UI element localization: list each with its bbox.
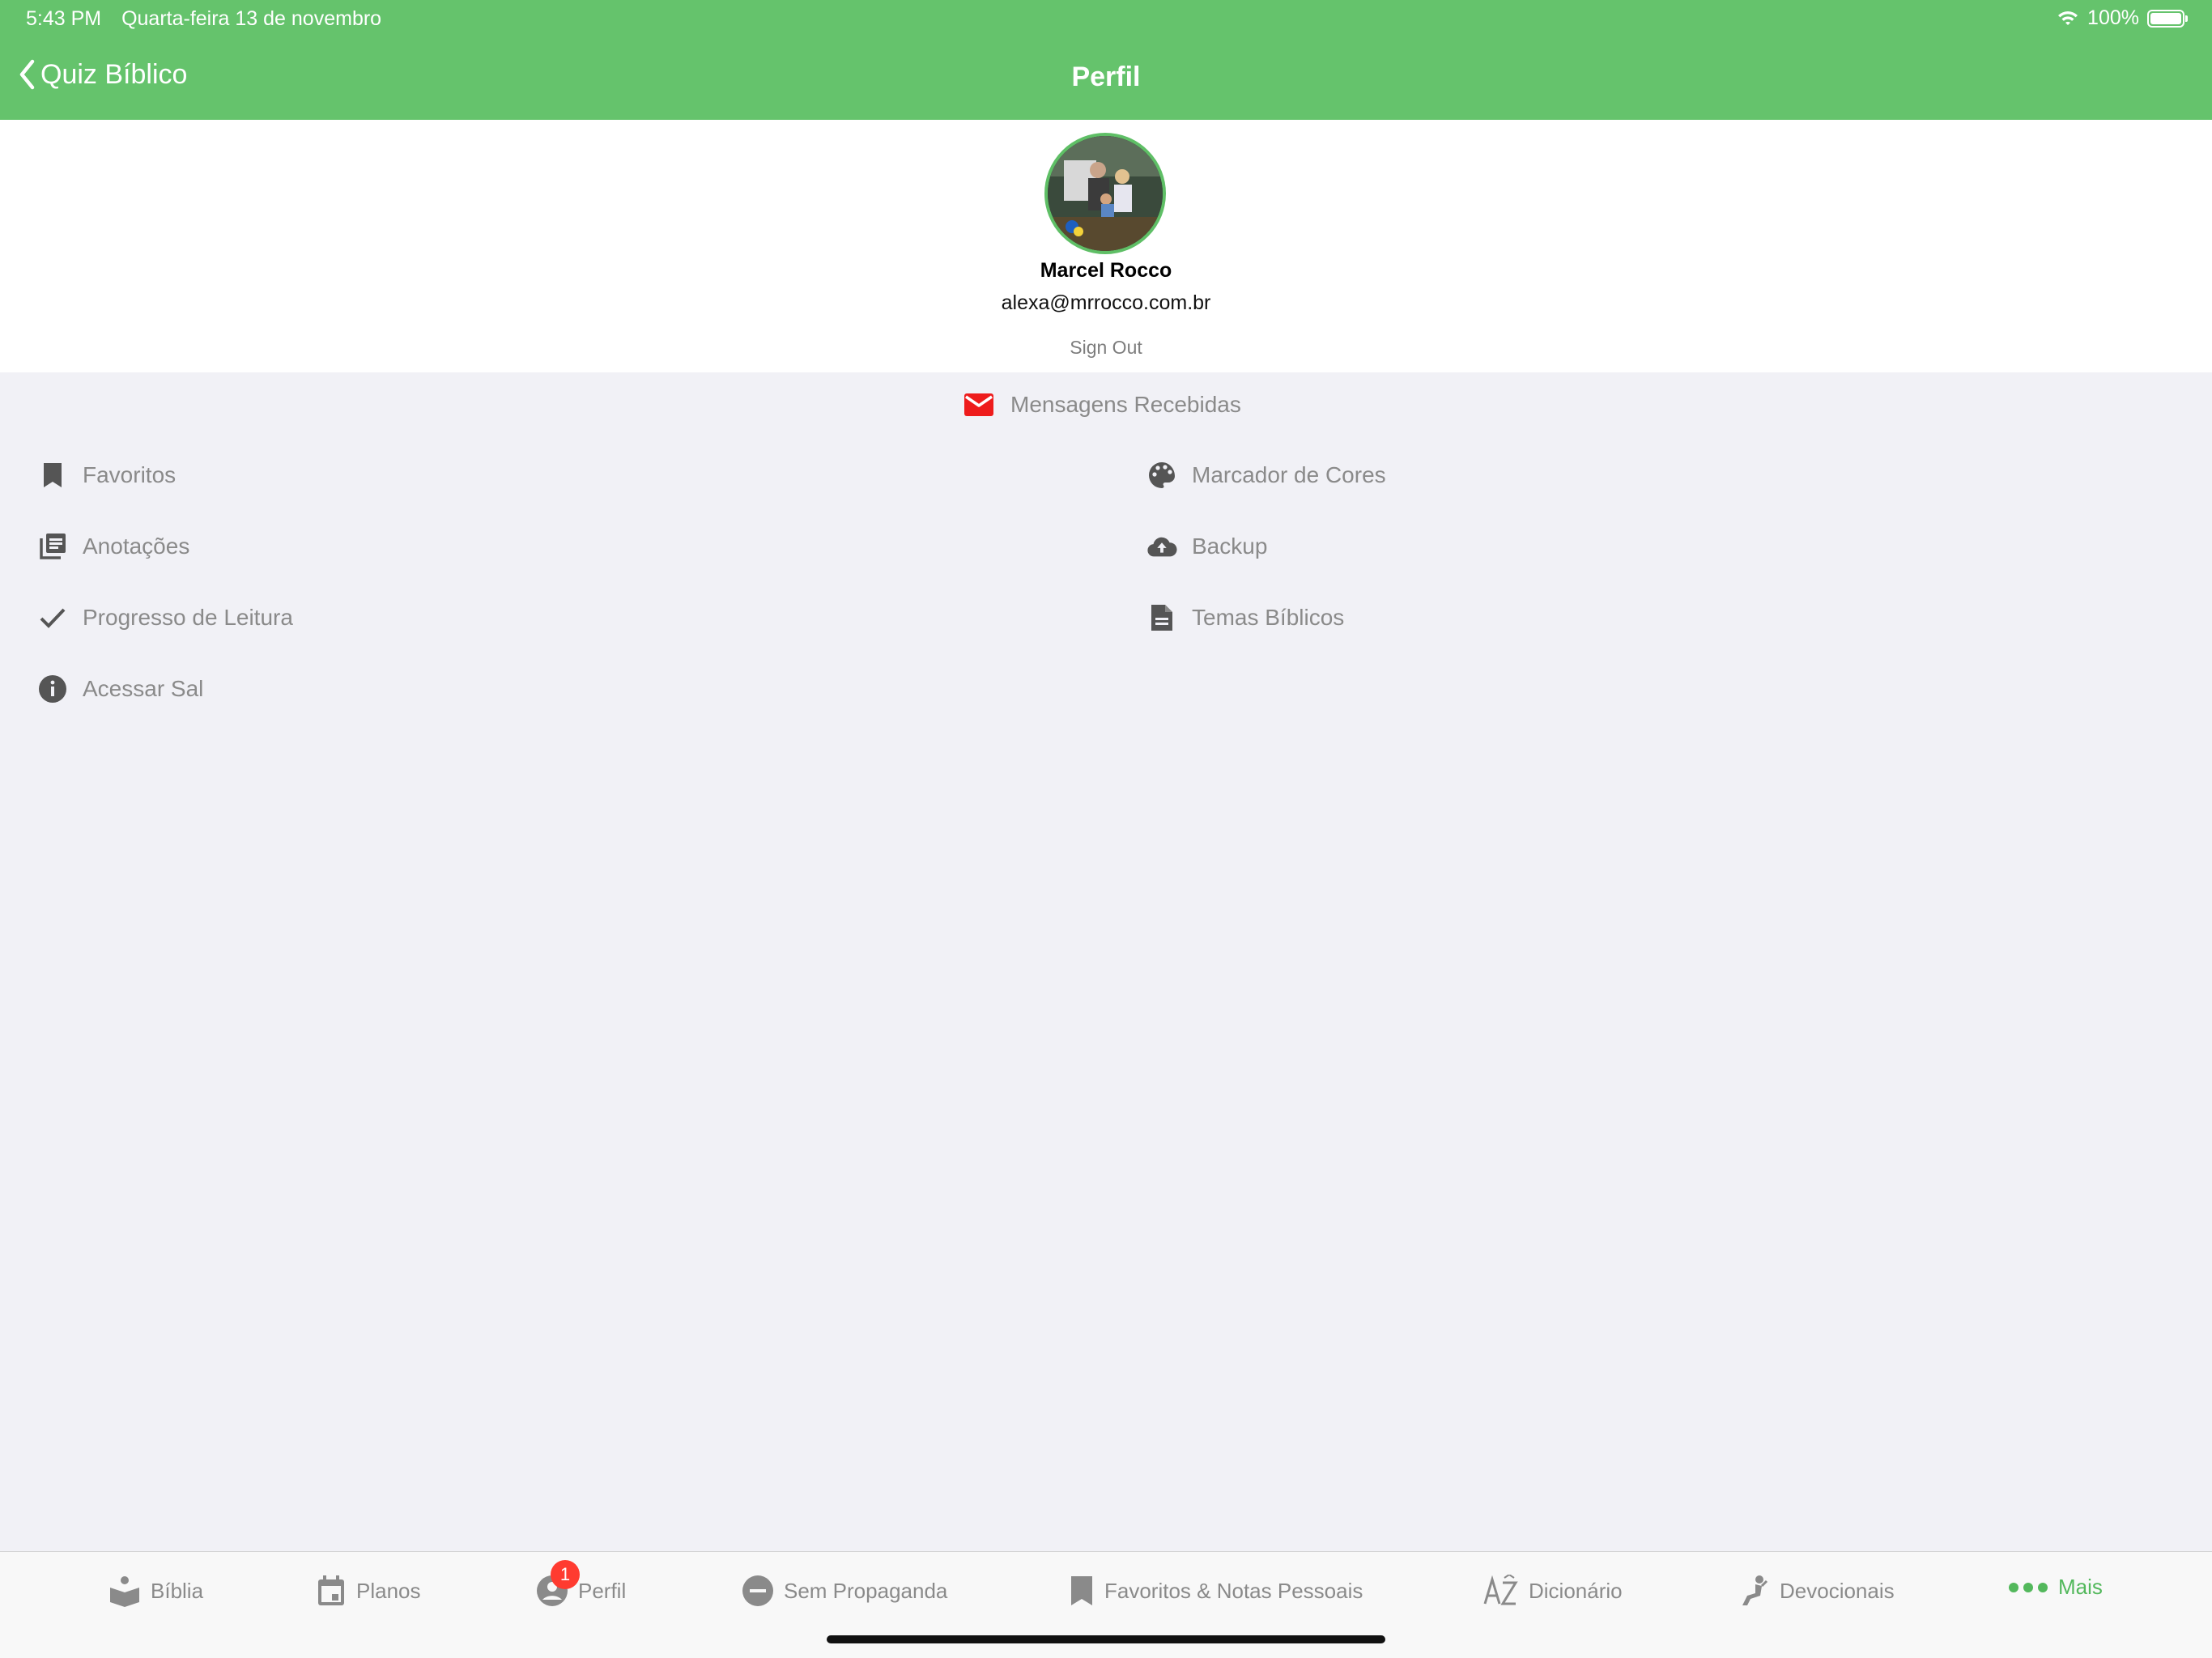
tab-favoritos-notas[interactable]: Favoritos & Notas Pessoais — [1069, 1575, 1363, 1607]
az-icon — [1483, 1575, 1518, 1605]
menu-item-favoritos[interactable]: Favoritos — [37, 460, 176, 491]
top-bar: 5:43 PM Quarta-feira 13 de novembro 100%… — [0, 0, 2212, 120]
messages-button[interactable]: Mensagens Recebidas — [963, 392, 1241, 418]
tab-perfil[interactable]: 1 Perfil — [536, 1560, 627, 1607]
page-title: Perfil — [1071, 62, 1141, 92]
status-bar-left: 5:43 PM Quarta-feira 13 de novembro — [26, 7, 396, 31]
tab-label: Dicionário — [1529, 1578, 1623, 1603]
profile-icon-wrap: 1 — [536, 1560, 580, 1607]
no-ads-icon — [742, 1575, 773, 1606]
tab-devocionais[interactable]: Devocionais — [1738, 1575, 1895, 1607]
profile-email: alexa@mrrocco.com.br — [1001, 291, 1211, 314]
status-date: Quarta-feira 13 de novembro — [121, 7, 382, 30]
more-dots-icon — [2009, 1582, 2048, 1592]
menu-item-label: Anotações — [83, 534, 190, 559]
status-time: 5:43 PM — [26, 7, 102, 30]
tab-label: Planos — [356, 1578, 421, 1603]
menu-item-temas[interactable]: Temas Bíblicos — [1146, 602, 1344, 633]
tab-mais[interactable]: Mais — [2008, 1575, 2103, 1600]
tab-label: Bíblia — [151, 1578, 204, 1603]
menu-item-anotacoes[interactable]: Anotações — [37, 531, 189, 562]
tab-label: Devocionais — [1780, 1578, 1895, 1603]
status-bar-right: 100% — [2057, 6, 2188, 30]
wifi-icon — [2058, 11, 2078, 25]
bible-icon — [110, 1576, 139, 1607]
menu-item-backup[interactable]: Backup — [1146, 531, 1267, 562]
notes-icon — [37, 531, 68, 562]
profile-screen: 5:43 PM Quarta-feira 13 de novembro 100%… — [0, 0, 2212, 1658]
tab-dicionario[interactable]: Dicionário — [1483, 1575, 1623, 1607]
info-icon — [37, 674, 68, 704]
calendar-icon — [318, 1575, 344, 1605]
menu-item-label: Marcador de Cores — [1192, 462, 1386, 487]
avatar-photo — [1048, 136, 1163, 251]
document-icon — [1146, 602, 1177, 633]
battery-icon — [2147, 9, 2188, 28]
menu-item-label: Progresso de Leitura — [83, 605, 293, 630]
mail-icon — [964, 393, 993, 416]
bookmark-icon — [37, 460, 68, 491]
tab-label: Perfil — [578, 1578, 627, 1603]
tab-label: Favoritos & Notas Pessoais — [1104, 1578, 1363, 1603]
notification-badge: 1 — [551, 1560, 580, 1589]
praying-icon — [1742, 1575, 1768, 1605]
tab-sem-propaganda[interactable]: Sem Propaganda — [742, 1575, 947, 1607]
menu-item-label: Acessar Sal — [83, 676, 204, 701]
menu-item-progresso[interactable]: Progresso de Leitura — [37, 602, 293, 633]
tab-label: Mais — [2058, 1575, 2103, 1599]
menu-item-label: Backup — [1192, 534, 1268, 559]
messages-label: Mensagens Recebidas — [1010, 392, 1241, 417]
sign-out-button[interactable]: Sign Out — [0, 337, 2212, 359]
battery-percent: 100% — [2087, 6, 2139, 29]
profile-name: Marcel Rocco — [1040, 259, 1172, 282]
bookmark-icon — [1071, 1576, 1092, 1605]
home-indicator[interactable] — [827, 1635, 1385, 1643]
palette-icon — [1146, 460, 1177, 491]
avatar[interactable] — [1044, 133, 1166, 254]
tab-label: Sem Propaganda — [784, 1578, 948, 1603]
cloud-upload-icon — [1146, 531, 1177, 562]
check-icon — [37, 602, 68, 633]
menu-item-acessar-sal[interactable]: Acessar Sal — [37, 674, 203, 704]
tab-planos[interactable]: Planos — [316, 1575, 421, 1607]
menu-item-label: Temas Bíblicos — [1192, 605, 1345, 630]
tab-biblia[interactable]: Bíblia — [108, 1575, 203, 1607]
menu-item-marcador-cores[interactable]: Marcador de Cores — [1146, 460, 1386, 491]
menu-item-label: Favoritos — [83, 462, 177, 487]
profile-header: Marcel Rocco alexa@mrrocco.com.br Sign O… — [0, 120, 2212, 372]
